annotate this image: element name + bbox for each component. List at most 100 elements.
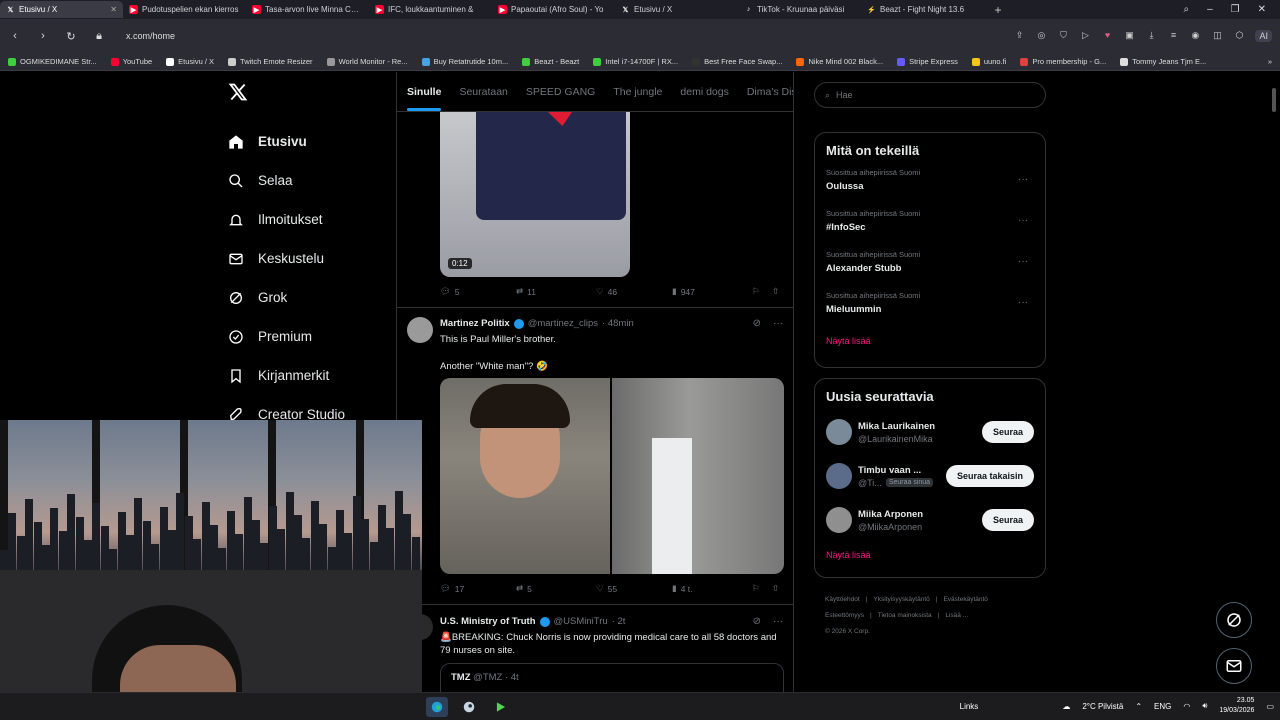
like-button[interactable]: ♡ 55 — [596, 583, 672, 594]
suggestion-name[interactable]: Miika Arponen — [858, 509, 923, 520]
suggestion-name[interactable]: Mika Laurikainen — [858, 421, 935, 432]
links-toolbar[interactable]: Links — [960, 702, 979, 711]
chevron-up-icon[interactable]: ⌃ — [1135, 702, 1142, 711]
weather-icon[interactable]: ☁ — [1062, 702, 1070, 711]
repost-button[interactable]: ⇄ 11 — [516, 286, 596, 297]
trend-item[interactable]: Suosittua aihepiirissä Suomi #InfoSec ··· — [826, 209, 1034, 240]
bookmark-item[interactable]: Twitch Emote Resizer — [228, 57, 313, 66]
tab-the-jungle[interactable]: The jungle — [613, 86, 662, 98]
post-time[interactable]: · 48min — [602, 318, 634, 329]
browser-tab[interactable]: 𝕏 Etusivu / X ✕ — [0, 1, 123, 18]
steam-icon[interactable] — [458, 697, 480, 717]
forward-button[interactable]: › — [36, 30, 50, 42]
footer-link[interactable]: Lisää ... — [945, 612, 968, 619]
tab-dima-s-dist[interactable]: Dima's Dist — [747, 86, 793, 98]
nav-item-ilmoitukset[interactable]: Ilmoitukset — [222, 200, 392, 239]
extensions-icon[interactable]: ▣ — [1123, 30, 1135, 42]
bookmark-item[interactable]: Buy Retatrutide 10m... — [421, 57, 508, 66]
bookmark-item[interactable]: Beazt - Beazt — [522, 57, 579, 66]
avatar[interactable] — [826, 419, 852, 445]
x-logo-icon[interactable] — [228, 82, 392, 108]
tab-sinulle[interactable]: Sinulle — [407, 86, 442, 111]
post-video[interactable]: 0:12 — [440, 112, 630, 277]
suggestion-handle[interactable]: @LaurikainenMika — [858, 434, 933, 444]
views-button[interactable]: ▮ 4 t. — [672, 583, 752, 594]
bookmark-item[interactable]: YouTube — [110, 57, 152, 66]
bookmarks-overflow-icon[interactable]: » — [1268, 57, 1272, 66]
follow-button[interactable]: Seuraa takaisin — [945, 465, 1034, 487]
more-icon[interactable]: ··· — [1018, 174, 1028, 185]
bookmark-button[interactable]: ⚐ — [752, 583, 772, 594]
page-scrollbar[interactable] — [1272, 88, 1276, 112]
shield-icon[interactable]: ⛉ — [1057, 30, 1069, 42]
menu-icon[interactable]: ≡ — [1167, 30, 1179, 42]
browser-tab[interactable]: ♪ TikTok - Kruunaa päiväsi — [738, 1, 861, 18]
repost-button[interactable]: ⇄ 5 — [516, 583, 596, 594]
volume-icon[interactable]: 🔊︎ — [1202, 701, 1207, 711]
views-button[interactable]: ▮ 947 — [672, 286, 752, 297]
grok-icon[interactable]: ⊘ — [753, 318, 761, 329]
network-icon[interactable]: ◠ — [1183, 702, 1190, 711]
ai-button[interactable]: AI — [1255, 30, 1272, 42]
bookmark-item[interactable]: Pro membership - G... — [1020, 57, 1106, 66]
clock[interactable]: 23.05 19/03/2026 — [1219, 696, 1254, 716]
browser-tab[interactable]: ▶ Tasa-arvon live Minna Canth — [246, 1, 369, 18]
back-button[interactable]: ‹ — [8, 30, 22, 42]
url-field[interactable]: x.com/home — [126, 31, 175, 41]
browser-tab[interactable]: ▶ IFC, loukkaantuminen & — [369, 1, 492, 18]
show-more-link[interactable]: Näytä lisää — [826, 336, 1034, 346]
avatar[interactable] — [407, 317, 433, 343]
grok-icon[interactable]: ⊘ — [753, 616, 761, 627]
like-button[interactable]: ♡ 46 — [596, 286, 672, 297]
suggestion-name[interactable]: Timbu vaan ... — [858, 465, 933, 476]
nav-item-premium[interactable]: Premium — [222, 317, 392, 356]
more-icon[interactable]: ··· — [773, 318, 783, 329]
quote-author[interactable]: TMZ — [451, 672, 471, 683]
author-name[interactable]: Martinez Politix — [440, 318, 510, 329]
share-button[interactable]: ⇧ — [772, 286, 779, 297]
search-input[interactable]: ⌕ Hae — [814, 82, 1046, 108]
bookmark-item[interactable]: Nike Mind 002 Black... — [796, 57, 883, 66]
tab-speed-gang[interactable]: SPEED GANG — [526, 86, 595, 98]
messages-fab-button[interactable] — [1216, 648, 1252, 684]
author-handle[interactable]: @USMiniTru — [554, 616, 608, 627]
play-icon[interactable]: ▷ — [1079, 30, 1091, 42]
share-icon[interactable]: ⇪ — [1013, 30, 1025, 42]
nav-item-etusivu[interactable]: Etusivu — [222, 122, 392, 161]
notification-icon[interactable]: ▭ — [1266, 702, 1274, 711]
app-icon[interactable] — [490, 697, 512, 717]
browser-tab[interactable]: 𝕏 Etusivu / X — [615, 1, 738, 18]
more-icon[interactable]: ··· — [1018, 256, 1028, 267]
bookmark-item[interactable]: Etusivu / X — [166, 57, 214, 66]
show-more-link[interactable]: Näytä lisää — [826, 550, 1034, 560]
bookmark-item[interactable]: Intel i7-14700F | RX... — [593, 57, 678, 66]
footer-link[interactable]: Esteettömyys — [825, 612, 864, 619]
nav-item-kirjanmerkit[interactable]: Kirjanmerkit — [222, 356, 392, 395]
bookmark-item[interactable]: Tommy Jeans Tjm E... — [1120, 57, 1206, 66]
reload-button[interactable]: ↻ — [64, 30, 78, 43]
bookmark-item[interactable]: World Monitor - Re... — [326, 57, 408, 66]
bookmark-item[interactable]: OGMIKEDIMANE Str... — [8, 57, 97, 66]
avatar[interactable] — [826, 507, 852, 533]
nav-item-grok[interactable]: Grok — [222, 278, 392, 317]
cube-icon[interactable]: ⬡ — [1233, 30, 1245, 42]
grok-fab-button[interactable] — [1216, 602, 1252, 638]
bookmark-item[interactable]: Stripe Express — [897, 57, 958, 66]
more-icon[interactable]: ··· — [1018, 215, 1028, 226]
search-tabs-icon[interactable]: ⌕ — [1183, 4, 1189, 15]
follow-suggestion[interactable]: Miika Arponen @MiikaArponen Seuraa — [826, 498, 1034, 542]
edge-icon[interactable] — [426, 697, 448, 717]
tab-demi-dogs[interactable]: demi dogs — [680, 86, 728, 98]
follow-suggestion[interactable]: Timbu vaan ... @Ti... Seuraa sinua Seuraa t… — [826, 454, 1034, 498]
reply-button[interactable]: 💬︎ 17 — [440, 583, 516, 594]
bookmark-item[interactable]: Best Free Face Swap... — [692, 57, 782, 66]
author-name[interactable]: U.S. Ministry of Truth — [440, 616, 536, 627]
quote-handle[interactable]: @TMZ · 4t — [473, 672, 519, 683]
footer-link[interactable]: Yksityisyyskäytäntö — [873, 596, 929, 603]
profile-icon[interactable]: ◉ — [1189, 30, 1201, 42]
heart-icon[interactable]: ♥ — [1101, 30, 1113, 42]
tab-seurataan[interactable]: Seurataan — [459, 86, 507, 98]
close-window-button[interactable]: ✕ — [1258, 4, 1266, 15]
footer-link[interactable]: Käyttöehdot — [825, 596, 860, 603]
browser-tab[interactable]: ⚡ Beazt - Fight Night 13.6 — [861, 1, 984, 18]
